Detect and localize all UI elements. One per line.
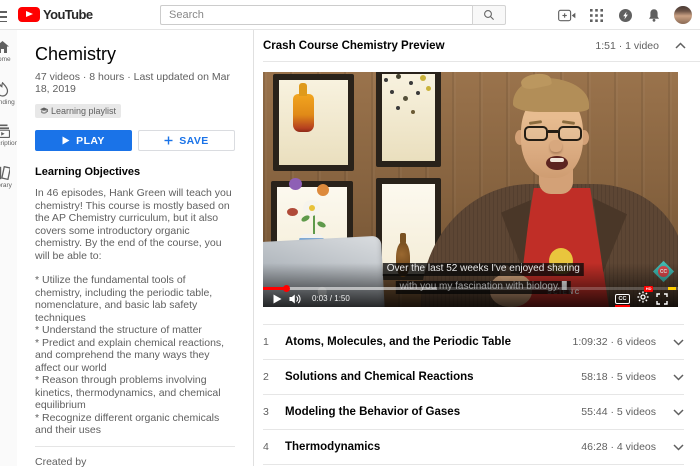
menu-button[interactable] [0, 8, 8, 22]
hamburger-icon [0, 11, 8, 22]
created-by-label: Created by [35, 455, 87, 467]
chevron-down-icon[interactable] [673, 373, 684, 381]
create-video-button[interactable] [558, 6, 576, 24]
section-meta: 46:28 · 4 videos [581, 441, 656, 453]
trending-flame-icon [0, 82, 8, 97]
youtube-logo-text: YouTube [43, 7, 93, 22]
subscriptions-icon [0, 124, 10, 138]
description-bullet: * Recognize different organic chemicals … [35, 411, 220, 437]
description-bullet: * Reason through problems involving kine… [35, 374, 221, 411]
host-nose [550, 140, 562, 152]
sidebar-item-library[interactable]: Library [0, 166, 17, 189]
search-input[interactable] [160, 5, 472, 25]
graduation-cap-icon [40, 107, 48, 114]
divider [35, 445, 235, 447]
youtube-playlist-page: YouTube Search me nding ription rary Che… [0, 0, 700, 467]
account-avatar[interactable] [674, 6, 692, 24]
messages-button[interactable] [616, 6, 634, 24]
section-row[interactable]: 3 Modeling the Behavior of Gases 55:44 ·… [263, 395, 684, 430]
notifications-button[interactable] [645, 6, 663, 24]
orange-bottle [293, 83, 314, 132]
home-icon [0, 41, 9, 53]
bell-icon [649, 8, 659, 22]
hd-badge: HD [644, 285, 653, 292]
section-meta: 58:18 · 5 videos [581, 371, 656, 383]
host-hair [513, 78, 589, 112]
gear-icon [637, 290, 649, 303]
playlist-panel: Chemistry 47 videos · 8 hours · Last upd… [17, 30, 254, 467]
learning-playlist-badge: Learning playlist [35, 104, 122, 118]
captions-button[interactable]: CC [615, 293, 630, 307]
fullscreen-button[interactable] [656, 292, 668, 305]
search-icon [484, 10, 494, 20]
chevron-up-icon[interactable] [675, 42, 686, 49]
messages-icon [618, 8, 632, 22]
preview-section-header[interactable]: Crash Course Chemistry Preview 1:51 · 1 … [263, 30, 700, 62]
youtube-logo[interactable]: YouTube [18, 7, 93, 22]
player-controls: 0:03 / 1:50 CC HD [263, 285, 678, 308]
playlist-title: Chemistry [35, 44, 117, 64]
section-row[interactable]: 1 Atoms, Molecules, and the Periodic Tab… [263, 325, 684, 360]
topbar-actions [558, 0, 692, 30]
main-content: Crash Course Chemistry Preview 1:51 · 1 … [254, 30, 700, 466]
description-bullet: * Predict and explain chemical reactions… [35, 336, 225, 374]
molecule-model [376, 72, 442, 132]
flower-bouquet [287, 178, 343, 240]
plus-icon [164, 136, 173, 145]
course-section-list: 1 Atoms, Molecules, and the Periodic Tab… [263, 324, 684, 465]
library-icon [0, 166, 10, 180]
video-player[interactable]: SCIENC [263, 72, 678, 307]
time-display: 0:03 / 1:50 [312, 294, 350, 303]
host-mouth [546, 156, 568, 170]
description-bullet: * Understand the structure of matter [35, 324, 202, 336]
preview-title: Crash Course Chemistry Preview [263, 39, 445, 52]
preview-meta: 1:51 · 1 video [595, 39, 659, 52]
apps-grid-icon [589, 8, 603, 22]
chevron-down-icon[interactable] [673, 408, 684, 416]
description-intro: In 46 episodes, Hank Green will teach yo… [35, 187, 232, 262]
sidebar-item-home[interactable]: Home [0, 40, 17, 63]
chevron-down-icon[interactable] [673, 443, 684, 451]
save-button[interactable]: SAVE [138, 130, 235, 151]
search-button[interactable] [472, 5, 506, 25]
section-row[interactable]: 4 Thermodynamics 46:28 · 4 videos [263, 430, 684, 465]
section-title: Modeling the Behavior of Gases [285, 406, 461, 418]
player-play-button[interactable] [273, 294, 282, 304]
mini-guide: Home Trending Subscriptions [0, 30, 17, 466]
section-title: Solutions and Chemical Reactions [285, 371, 474, 383]
play-icon [62, 136, 70, 145]
section-meta: 1:09:32 · 6 videos [572, 336, 656, 348]
play-button[interactable]: PLAY [35, 130, 132, 151]
search-bar [160, 5, 506, 25]
section-meta: 55:44 · 5 videos [581, 406, 656, 418]
section-row[interactable]: 2 Solutions and Chemical Reactions 58:18… [263, 360, 684, 395]
top-bar: YouTube [0, 0, 700, 30]
create-video-icon [558, 9, 576, 21]
chevron-down-icon[interactable] [673, 338, 684, 346]
playlist-meta: 47 videos · 8 hours · Last updated on Ma… [35, 71, 230, 95]
settings-button[interactable]: HD [637, 285, 653, 308]
apps-button[interactable] [587, 6, 605, 24]
section-title: Atoms, Molecules, and the Periodic Table [285, 336, 512, 348]
sidebar-item-subscriptions[interactable]: Subscriptions [0, 124, 17, 147]
volume-icon[interactable] [289, 293, 302, 304]
youtube-play-icon [18, 7, 40, 22]
section-title: Thermodynamics [285, 441, 381, 453]
description-bullet: * Utilize the fundamental tools of chemi… [35, 274, 213, 324]
playlist-description: In 46 episodes, Hank Green will teach yo… [35, 187, 235, 437]
sidebar-item-trending[interactable]: Trending [0, 82, 17, 106]
objectives-heading: Learning Objectives [35, 166, 141, 178]
